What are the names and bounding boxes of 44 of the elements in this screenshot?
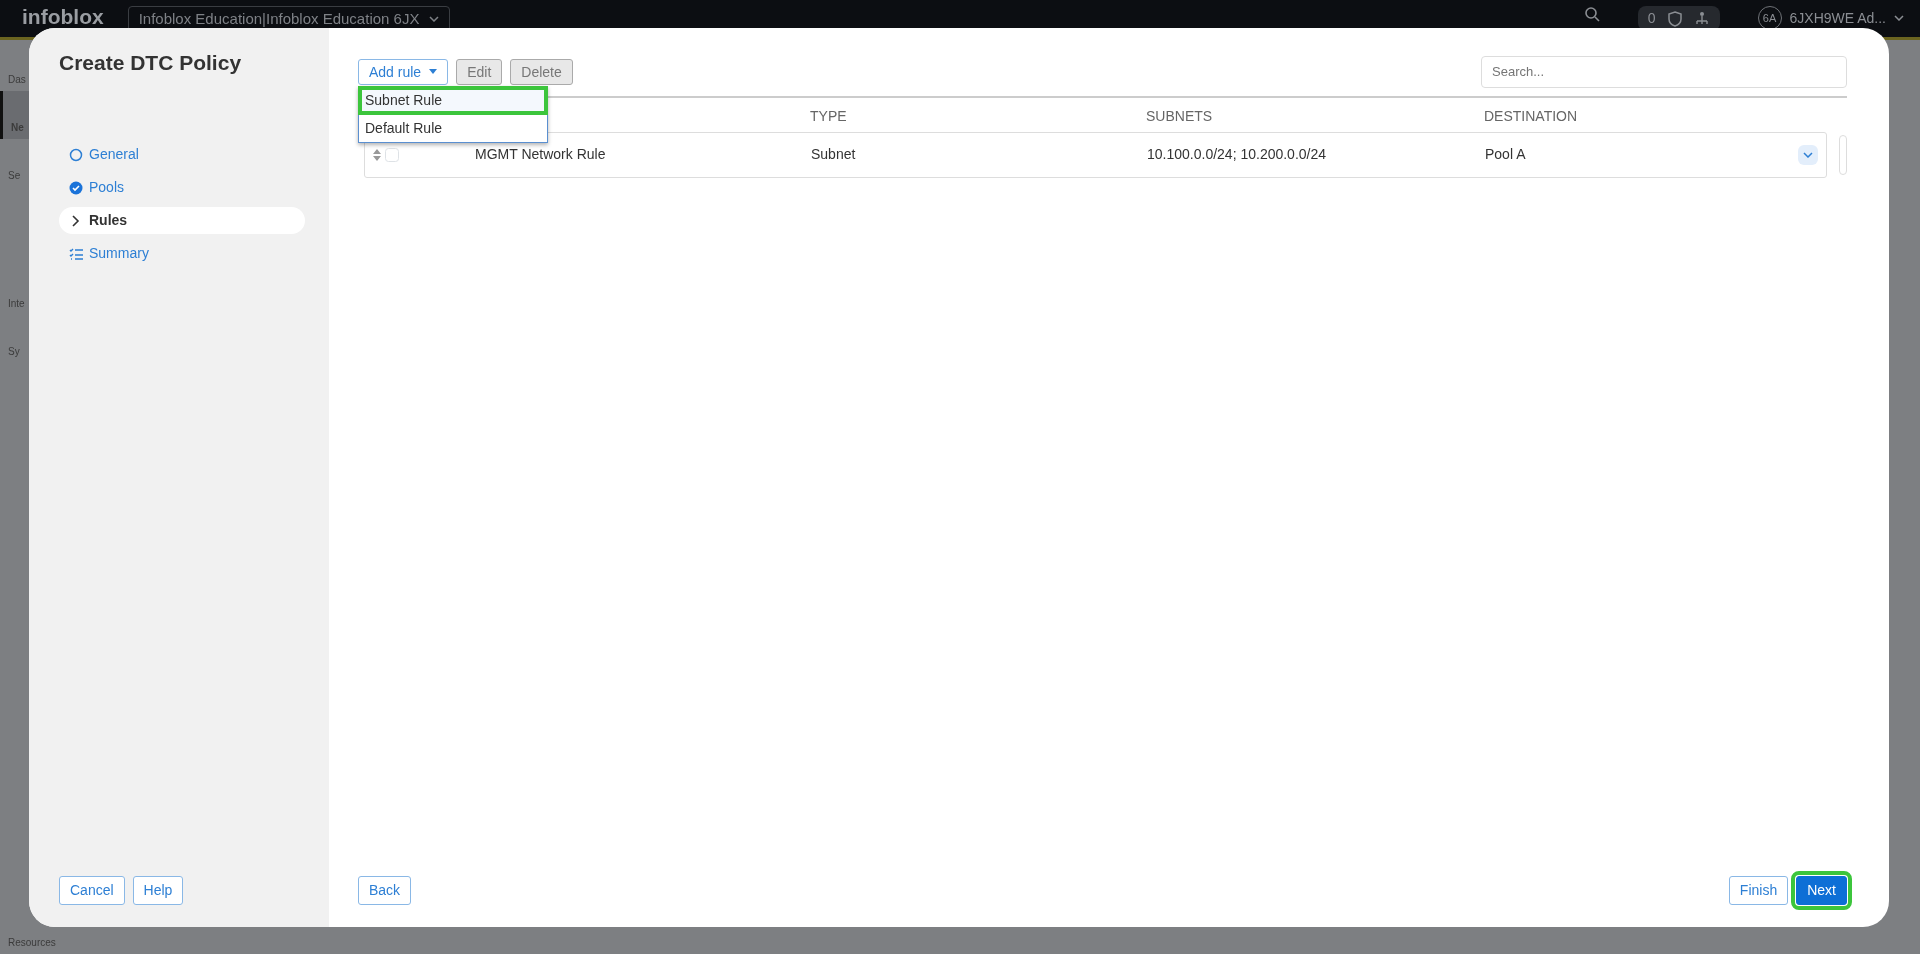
shield-icon <box>1667 10 1682 27</box>
nav-item[interactable]: Sy <box>0 315 29 363</box>
menu-item[interactable]: Subnet Rule <box>359 87 547 114</box>
workspace-name: Infoblox Education|Infoblox Education 6JX <box>138 9 420 29</box>
logo: infoblox <box>22 6 104 28</box>
checklist-icon <box>69 246 83 261</box>
cancel-button[interactable]: Cancel <box>59 876 125 905</box>
table-cell-text: MGMT Network Rule <box>475 145 607 164</box>
menu-item[interactable]: Default Rule <box>359 114 547 142</box>
search-icon <box>1583 6 1600 22</box>
nav-item[interactable]: Resources <box>0 931 72 954</box>
help-button[interactable]: Help <box>132 876 184 905</box>
circle-icon <box>69 147 83 162</box>
column-header: DESTINATION <box>1484 106 1578 126</box>
nav-item[interactable]: Das <box>0 43 29 91</box>
delete-button[interactable]: Delete <box>510 58 573 85</box>
chevron-down-icon <box>429 16 440 23</box>
step-item[interactable]: Pools <box>59 174 305 202</box>
expand-button[interactable] <box>1798 144 1818 165</box>
finish-button[interactable]: Finish <box>1728 876 1789 905</box>
table-cell-text: 10.100.0.0/24; 10.200.0.0/24 <box>1147 145 1328 164</box>
table-cell-text: Subnet <box>811 145 857 164</box>
column-header: TYPE <box>810 106 848 126</box>
chevron-down-icon <box>1803 151 1813 158</box>
dialog-title: Create DTC Policy <box>59 50 243 76</box>
network-icon <box>1693 10 1710 27</box>
caret-down-icon <box>429 69 438 75</box>
step-item[interactable]: Rules <box>59 207 305 235</box>
column-header: SUBNETS <box>1146 106 1214 126</box>
user-name: 6JXH9WE Ad... <box>1789 8 1886 28</box>
edit-button[interactable]: Edit <box>456 58 503 85</box>
check-circle-icon <box>69 180 83 195</box>
nav-item[interactable]: Se <box>0 139 29 187</box>
row-checkbox[interactable] <box>385 147 399 162</box>
table-cell-text: Pool A <box>1485 145 1527 164</box>
drag-handle-icon <box>373 148 381 161</box>
notification-count: 0 <box>1647 9 1656 28</box>
step-item[interactable]: Summary <box>59 240 305 268</box>
nav-item[interactable]: Inte <box>0 267 29 315</box>
chevron-down-icon <box>1894 15 1904 21</box>
search-field[interactable]: Search... <box>1481 56 1847 88</box>
add-rule-button[interactable]: Add rule <box>358 58 449 85</box>
step-item[interactable]: General <box>59 141 305 169</box>
back-button[interactable]: Back <box>358 876 412 905</box>
